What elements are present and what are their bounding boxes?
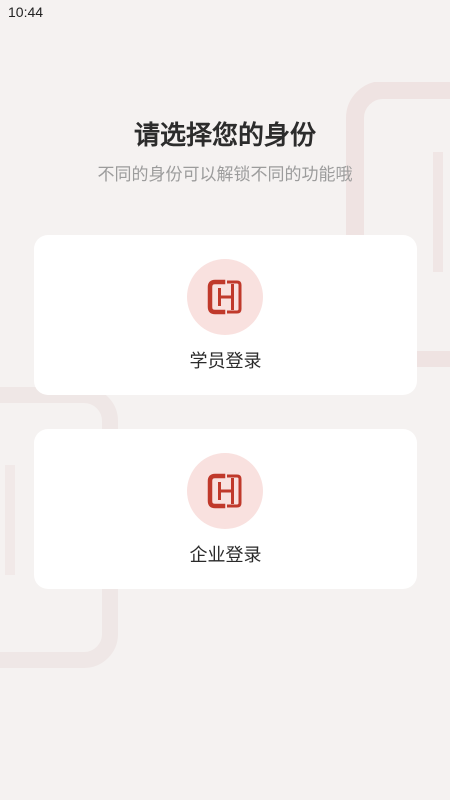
student-login-label: 学员登录 xyxy=(189,351,262,372)
page-title: 请选择您的身份 xyxy=(133,121,316,151)
status-bar: 10:44 xyxy=(0,0,450,26)
status-time: 10:44 xyxy=(8,4,44,20)
company-icon-circle xyxy=(187,453,263,529)
identity-select-screen: 10:44 请选择您的身份 不同的身份可以解锁不同的功能哦 学员登录 企业登录 xyxy=(0,0,450,800)
brand-logo-icon xyxy=(207,279,242,315)
company-login-card[interactable]: 企业登录 xyxy=(34,429,417,589)
brand-logo-icon xyxy=(207,473,242,509)
page-subtitle: 不同的身份可以解锁不同的功能哦 xyxy=(97,165,353,185)
student-icon-circle xyxy=(187,259,263,335)
student-login-card[interactable]: 学员登录 xyxy=(34,235,417,395)
company-login-label: 企业登录 xyxy=(189,545,262,566)
